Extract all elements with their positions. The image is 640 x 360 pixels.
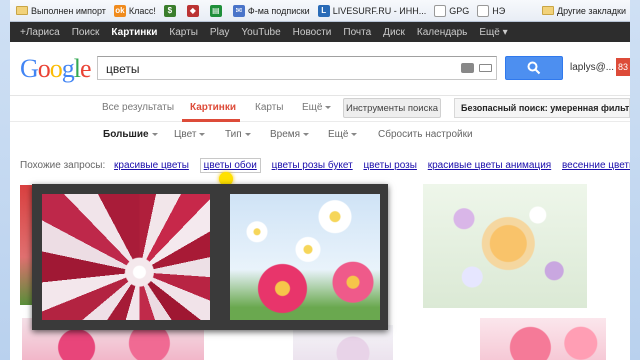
filter-more[interactable]: Ещё — [328, 129, 358, 140]
gift-icon: ◆ — [186, 4, 199, 17]
chevron-down-icon — [351, 132, 358, 136]
bookmark-other[interactable]: Другие закладки — [538, 2, 630, 20]
filter-color[interactable]: Цвет — [174, 129, 206, 140]
search-tabs: Все результаты Картинки Карты Ещё Инстру… — [10, 96, 630, 122]
related-link[interactable]: цветы розы букет — [272, 160, 353, 171]
search-filters: Большие Цвет Тип Время Ещё Сбросить наст… — [10, 123, 630, 147]
search-input[interactable]: цветы — [97, 56, 497, 80]
dollar-icon: $ — [163, 4, 176, 17]
bookmark-ne[interactable]: НЭ — [473, 2, 509, 20]
page-icon — [477, 4, 490, 17]
bookmark-klass[interactable]: ok Класс! — [110, 2, 160, 20]
filter-size[interactable]: Большие — [103, 129, 158, 140]
page-icon — [434, 4, 447, 17]
search-button[interactable] — [505, 56, 563, 80]
safe-search-button[interactable]: Безопасный поиск: умеренная фильтрация — [454, 98, 630, 118]
window-frame-right — [630, 0, 640, 360]
related-link[interactable]: цветы обои — [199, 158, 261, 173]
gbar-mail[interactable]: Почта — [337, 27, 377, 38]
folder-icon — [542, 6, 555, 15]
bookmark-sheet[interactable]: ▤ — [206, 2, 229, 20]
tab-more[interactable]: Ещё — [302, 102, 332, 113]
gbar-search[interactable]: Поиск — [66, 27, 106, 38]
chevron-down-icon — [151, 132, 158, 136]
gbar-calendar[interactable]: Календарь — [411, 27, 473, 38]
related-link[interactable]: цветы розы — [363, 160, 417, 171]
chevron-down-icon — [303, 132, 310, 136]
gbar-news[interactable]: Новости — [287, 27, 338, 38]
filter-type[interactable]: Тип — [225, 129, 251, 140]
gbar-youtube[interactable]: YouTube — [235, 27, 286, 38]
image-thumb[interactable] — [480, 318, 606, 360]
gbar-images[interactable]: Картинки — [105, 27, 163, 38]
search-query: цветы — [106, 62, 140, 76]
chevron-down-icon — [199, 132, 206, 136]
bookmark-dollar[interactable]: $ — [160, 2, 183, 20]
filter-reset[interactable]: Сбросить настройки — [378, 129, 473, 140]
keyboard-icon[interactable] — [479, 64, 492, 72]
bookmark-subscriptions[interactable]: ✉ Ф-ма подписки — [229, 2, 314, 20]
mail-icon: ✉ — [232, 4, 245, 17]
search-tools-button[interactable]: Инструменты поиска — [343, 98, 441, 118]
gbar-play[interactable]: Play — [204, 27, 235, 38]
gbar-maps[interactable]: Карты — [163, 27, 204, 38]
google-bar: +Лариса Поиск Картинки Карты Play YouTub… — [10, 22, 630, 42]
related-link[interactable]: красивые цветы — [114, 160, 189, 171]
bookmark-imported[interactable]: Выполнен импорт — [12, 2, 110, 20]
bookmark-gift[interactable]: ◆ — [183, 2, 206, 20]
filter-time[interactable]: Время — [270, 129, 310, 140]
bookmark-livesurf[interactable]: L LIVESURF.RU - ИНН... — [314, 2, 430, 20]
ok-icon: ok — [113, 4, 126, 17]
image-thumb[interactable] — [293, 325, 393, 360]
preview-image-dahlia[interactable] — [42, 194, 210, 320]
tab-images[interactable]: Картинки — [190, 102, 236, 113]
bookmark-gpg[interactable]: GPG — [430, 2, 473, 20]
search-icon — [527, 61, 541, 75]
window-frame-left — [0, 0, 10, 360]
tab-maps[interactable]: Карты — [255, 102, 284, 113]
notification-count[interactable]: 83 — [616, 58, 630, 76]
related-link[interactable]: красивые цветы анимация — [428, 160, 551, 171]
folder-icon — [16, 6, 28, 15]
related-searches: Похожие запросы: красивые цветы цветы об… — [20, 158, 630, 173]
google-logo[interactable]: Google — [20, 54, 92, 84]
search-header: Google цветы laplys@... 83 — [10, 42, 630, 96]
gbar-user[interactable]: +Лариса — [14, 27, 66, 38]
related-link[interactable]: весенние цветы — [562, 160, 630, 171]
chevron-down-icon — [325, 105, 332, 109]
camera-icon[interactable] — [461, 63, 474, 73]
user-email[interactable]: laplys@... — [570, 62, 614, 73]
browser-content: Выполнен импорт ok Класс! $ ◆ ▤ ✉ Ф-ма под… — [10, 0, 630, 360]
preview-image-gerbera[interactable] — [230, 194, 380, 320]
image-preview-popup[interactable] — [32, 184, 388, 330]
related-label: Похожие запросы: — [20, 160, 106, 171]
gbar-more[interactable]: Ещё ▾ — [473, 27, 513, 38]
sheet-icon: ▤ — [209, 4, 222, 17]
active-tab-indicator — [182, 119, 240, 122]
chevron-down-icon — [244, 132, 251, 136]
image-thumb[interactable] — [423, 184, 587, 308]
livesurf-icon: L — [317, 4, 330, 17]
tab-all[interactable]: Все результаты — [102, 102, 174, 113]
gbar-drive[interactable]: Диск — [377, 27, 411, 38]
bookmarks-bar: Выполнен импорт ok Класс! $ ◆ ▤ ✉ Ф-ма под… — [10, 0, 630, 22]
